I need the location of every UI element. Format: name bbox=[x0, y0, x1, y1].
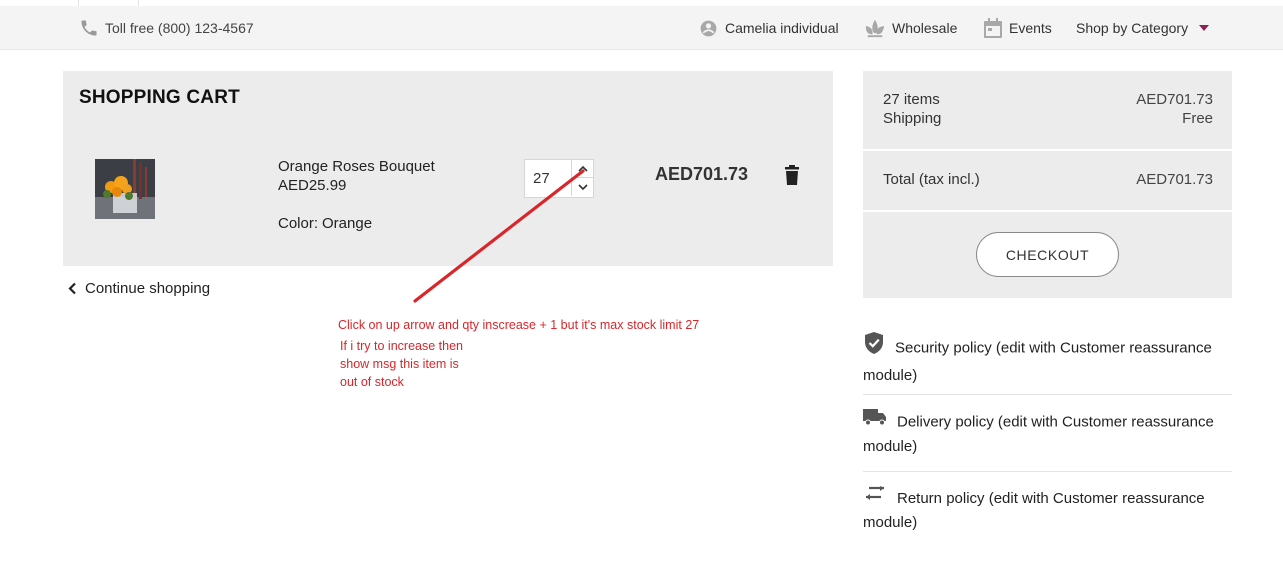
annotation-arrow bbox=[413, 169, 585, 303]
annotation-note: If i try to increase then bbox=[340, 339, 463, 353]
annotation-note: show msg this item is bbox=[340, 357, 459, 371]
annotation-note: Click on up arrow and qty inscrease + 1 … bbox=[338, 318, 700, 332]
annotation-note: out of stock bbox=[340, 375, 404, 389]
